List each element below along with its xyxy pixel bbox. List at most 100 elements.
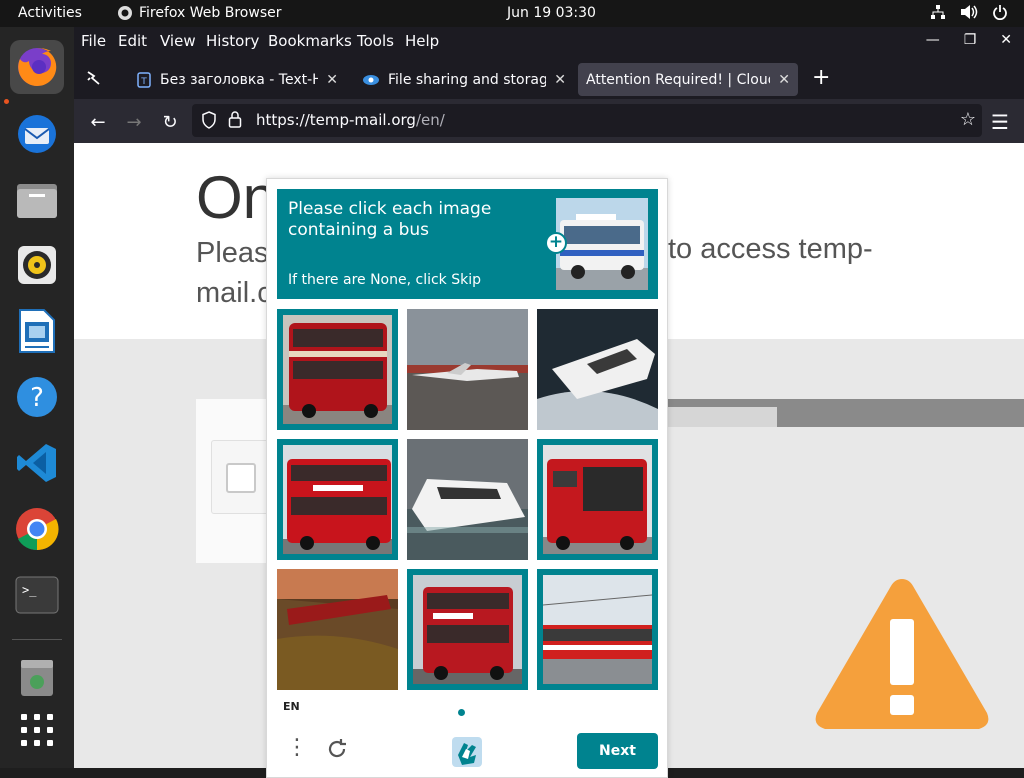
- tab-title: File sharing and storage r: [388, 71, 547, 88]
- firefox-view-icon[interactable]: [86, 69, 104, 91]
- dock-thunderbird-icon[interactable]: [10, 107, 64, 161]
- menu-bookmarks[interactable]: Bookmarks: [268, 32, 352, 50]
- power-icon: [993, 5, 1007, 20]
- captcha-tile-6[interactable]: [537, 439, 658, 560]
- menu-help[interactable]: Help: [405, 32, 439, 50]
- subtitle-line1: Pleas: [196, 237, 269, 269]
- new-tab-icon[interactable]: +: [812, 65, 830, 90]
- captcha-tile-2[interactable]: [407, 309, 528, 430]
- captcha-tile-7[interactable]: [277, 569, 398, 690]
- dock-files-icon[interactable]: [10, 173, 64, 227]
- app-menu[interactable]: Firefox Web Browser: [117, 5, 282, 21]
- challenge-prompt: Please click each image containing a bus…: [277, 189, 658, 299]
- menu-file[interactable]: File: [81, 32, 106, 50]
- tile-image: [277, 569, 398, 690]
- tab-close-icon[interactable]: ✕: [778, 72, 790, 88]
- window-controls: — ❐ ✕: [926, 32, 1012, 48]
- menu-dots-icon[interactable]: ⋮: [286, 737, 308, 759]
- minimize-icon[interactable]: —: [926, 32, 940, 48]
- human-verification-checkbox[interactable]: [226, 463, 256, 493]
- page-subtitle: Pleas mail.c: [196, 233, 272, 313]
- url-text: https://temp-mail.org/en/: [256, 111, 445, 129]
- page-indicator: [458, 709, 465, 716]
- tab-text-host[interactable]: T Без заголовка - Text-Hos ✕: [128, 63, 346, 96]
- tile-image: [413, 575, 522, 684]
- subtitle-line1-end: to access temp-: [668, 233, 873, 265]
- bookmark-star-icon[interactable]: ☆: [960, 109, 976, 130]
- system-tray[interactable]: [930, 4, 1008, 20]
- menu-history[interactable]: History: [206, 32, 259, 50]
- firefox-small-icon: [118, 6, 132, 20]
- running-indicator: [4, 99, 9, 104]
- menu-tools[interactable]: Tools: [357, 32, 394, 50]
- tile-image: [407, 439, 528, 560]
- menu-edit[interactable]: Edit: [118, 32, 147, 50]
- gnome-top-bar: Activities Firefox Web Browser Jun 19 03…: [0, 0, 1024, 27]
- prompt-line2: containing a bus: [288, 220, 430, 240]
- activities-button[interactable]: Activities: [18, 5, 82, 21]
- reload-icon[interactable]: ↻: [156, 108, 184, 136]
- captcha-tile-3[interactable]: [537, 309, 658, 430]
- dock-terminal-icon[interactable]: >_: [10, 568, 64, 622]
- expand-example-icon[interactable]: +: [545, 232, 567, 254]
- menu-view[interactable]: View: [160, 32, 196, 50]
- warning-icon: [815, 579, 989, 729]
- dock-trash-icon[interactable]: [10, 651, 64, 705]
- dock-vscode-icon[interactable]: [10, 436, 64, 490]
- dock-rhythmbox-icon[interactable]: [10, 238, 64, 292]
- tab-favicon-icon: T: [137, 71, 151, 88]
- url-host: https://temp-mail.org: [256, 111, 416, 129]
- tab-file-sharing[interactable]: File sharing and storage r ✕: [354, 63, 574, 96]
- ubuntu-dock: ? >_: [0, 27, 74, 768]
- app-name: Firefox Web Browser: [139, 5, 282, 21]
- prompt-text: Please click each image containing a bus: [288, 199, 528, 241]
- tab-title: Attention Required! | Cloudf: [586, 71, 771, 88]
- captcha-tile-1[interactable]: [277, 309, 398, 430]
- tab-attention-required[interactable]: Attention Required! | Cloudf ✕: [578, 63, 798, 96]
- lock-icon[interactable]: [228, 110, 242, 128]
- subtitle-line2: mail.c: [196, 277, 272, 309]
- tile-image: [543, 575, 652, 684]
- captcha-tile-8[interactable]: [407, 569, 528, 690]
- navigation-bar: ← → ↻ https://temp-mail.org/en/ ☆ ☰: [74, 99, 1024, 143]
- language-selector[interactable]: EN: [283, 700, 300, 713]
- captcha-tile-4[interactable]: [277, 439, 398, 560]
- skip-hint: If there are None, click Skip: [288, 272, 482, 288]
- tab-close-icon[interactable]: ✕: [326, 72, 338, 88]
- example-image[interactable]: [556, 198, 648, 290]
- tile-image: [537, 309, 658, 430]
- dock-separator: [12, 639, 62, 640]
- dock-help-icon[interactable]: ?: [10, 370, 64, 424]
- tab-close-icon[interactable]: ✕: [554, 72, 566, 88]
- back-icon[interactable]: ←: [84, 108, 112, 136]
- prompt-line1: Please click each image: [288, 199, 492, 219]
- tile-image: [283, 445, 392, 554]
- maximize-icon[interactable]: ❐: [964, 32, 977, 48]
- url-path: /en/: [415, 111, 445, 129]
- tab-bar: T Без заголовка - Text-Hos ✕ File sharin…: [74, 57, 1024, 99]
- url-bar[interactable]: https://temp-mail.org/en/ ☆: [192, 104, 982, 137]
- tile-image: [543, 445, 652, 554]
- captcha-tile-5[interactable]: [407, 439, 528, 560]
- show-applications-icon[interactable]: [10, 703, 64, 757]
- tile-image: [407, 309, 528, 430]
- refresh-icon[interactable]: [325, 737, 349, 761]
- svg-text:T: T: [140, 77, 147, 87]
- svg-text:>_: >_: [22, 583, 37, 597]
- dock-chrome-icon[interactable]: [10, 502, 64, 556]
- tracking-protection-icon[interactable]: [201, 111, 217, 129]
- dock-firefox-icon[interactable]: [10, 40, 64, 94]
- dock-writer-icon[interactable]: [10, 304, 64, 358]
- hcaptcha-challenge: Please click each image containing a bus…: [266, 178, 668, 778]
- clock[interactable]: Jun 19 03:30: [507, 5, 596, 21]
- forward-icon[interactable]: →: [120, 108, 148, 136]
- close-window-icon[interactable]: ✕: [1000, 32, 1012, 48]
- page-heading: On: [196, 164, 277, 231]
- next-button[interactable]: Next: [577, 733, 658, 769]
- captcha-tile-9[interactable]: [537, 569, 658, 690]
- tab-favicon-icon: [363, 74, 379, 85]
- network-icon: [931, 5, 945, 19]
- menu-bar: File Edit View History Bookmarks Tools H…: [74, 27, 1024, 57]
- app-menu-icon[interactable]: ☰: [986, 108, 1014, 136]
- tile-image: [283, 315, 392, 424]
